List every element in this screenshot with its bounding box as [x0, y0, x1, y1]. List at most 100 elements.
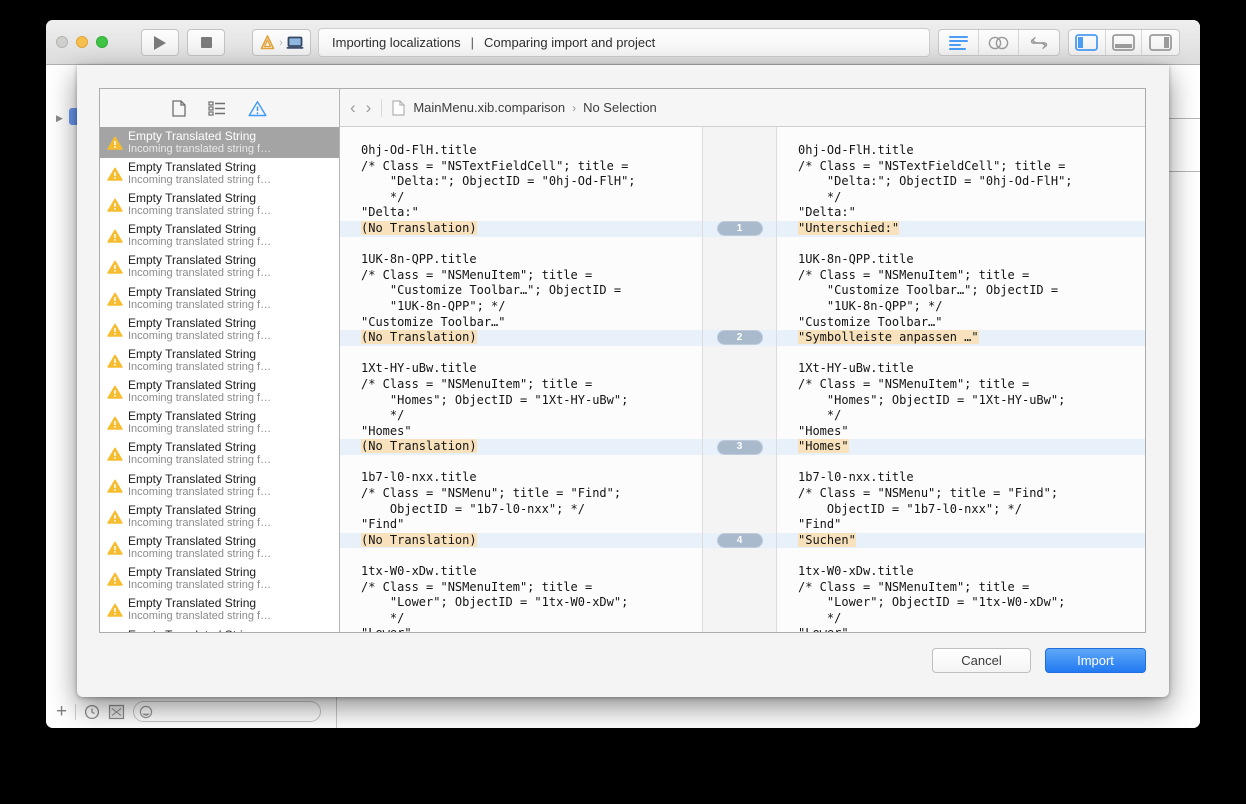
- issue-subtitle: Incoming translated string f…: [128, 236, 271, 249]
- stop-button[interactable]: [187, 29, 225, 56]
- issue-title: Empty Translated String: [128, 286, 271, 299]
- issue-subtitle: Incoming translated string f…: [128, 548, 271, 561]
- comparison-editor: 0hj-Od-FlH.title /* Class = "NSTextFieldC…: [340, 127, 1145, 632]
- gutter-line: [703, 283, 776, 299]
- forward-button[interactable]: ›: [366, 99, 382, 116]
- code-line: /* Class = "NSMenuItem"; title =: [340, 268, 702, 284]
- code-line: 0hj-Od-FlH.title: [777, 143, 1145, 159]
- debug-area-button[interactable]: [1106, 30, 1143, 55]
- back-button[interactable]: ‹: [340, 99, 366, 116]
- filter-field[interactable]: [133, 701, 321, 722]
- disclosure-triangle-icon[interactable]: ▶: [56, 113, 63, 124]
- changed-string: "Suchen": [798, 533, 856, 547]
- diff-badge[interactable]: 1: [717, 221, 763, 236]
- issue-list-item[interactable]: Empty Translated String Incoming transla…: [100, 626, 339, 632]
- import-localizations-sheet: Empty Translated String Incoming transla…: [77, 65, 1169, 697]
- scheme-selector[interactable]: ›: [252, 29, 311, 56]
- code-line: */: [777, 190, 1145, 206]
- standard-editor-button[interactable]: [939, 30, 979, 55]
- issue-list-item[interactable]: Empty Translated String Incoming transla…: [100, 377, 339, 408]
- issue-list-item[interactable]: Empty Translated String Incoming transla…: [100, 595, 339, 626]
- diff-badge[interactable]: 2: [717, 330, 763, 345]
- issue-title: Empty Translated String: [128, 410, 271, 423]
- cancel-button[interactable]: Cancel: [932, 648, 1031, 673]
- utilities-panel-button[interactable]: [1142, 30, 1179, 55]
- code-line: "Homes": [777, 424, 1145, 440]
- warning-icon: [107, 416, 123, 430]
- gutter-line: [703, 299, 776, 315]
- app-scheme-icon: [259, 34, 276, 51]
- code-line: "Delta:"; ObjectID = "0hj-Od-FlH";: [777, 174, 1145, 190]
- zoom-window-button[interactable]: [96, 36, 108, 48]
- issue-list-item[interactable]: Empty Translated String Incoming transla…: [100, 127, 339, 158]
- gutter-line: [703, 252, 776, 268]
- issue-list-item[interactable]: Empty Translated String Incoming transla…: [100, 501, 339, 532]
- issue-title: Empty Translated String: [128, 348, 271, 361]
- issue-list-item[interactable]: Empty Translated String Incoming transla…: [100, 283, 339, 314]
- issue-subtitle: Incoming translated string f…: [128, 486, 271, 499]
- code-line: "Customize Toolbar…"; ObjectID =: [777, 283, 1145, 299]
- issue-title: Empty Translated String: [128, 504, 271, 517]
- workspace-panels-control: [1068, 29, 1180, 56]
- code-line: "Lower"; ObjectID = "1tx-W0-xDw";: [777, 595, 1145, 611]
- issue-title: Empty Translated String: [128, 535, 271, 548]
- recent-files-icon[interactable]: [84, 704, 100, 720]
- close-window-button[interactable]: [56, 36, 68, 48]
- add-button[interactable]: +: [56, 701, 67, 723]
- run-button[interactable]: [141, 29, 179, 56]
- diff-badge[interactable]: 3: [717, 440, 763, 455]
- version-editor-button[interactable]: [1019, 30, 1059, 55]
- import-source-pane: 0hj-Od-FlH.title/* Class = "NSTextFieldC…: [340, 127, 702, 632]
- gutter-line: [703, 268, 776, 284]
- warning-icon: [107, 260, 123, 274]
- warning-icon: [107, 510, 123, 524]
- list-tab-icon[interactable]: [208, 101, 226, 116]
- file-tab-icon[interactable]: [172, 100, 186, 117]
- warnings-tab-icon[interactable]: [248, 100, 267, 117]
- editor-right-edge: [1169, 65, 1200, 728]
- gutter-line: [703, 470, 776, 486]
- gutter-line: 2: [703, 330, 776, 346]
- gutter-line: [703, 408, 776, 424]
- issue-list-item[interactable]: Empty Translated String Incoming transla…: [100, 158, 339, 189]
- issues-sidebar: Empty Translated String Incoming transla…: [100, 89, 340, 632]
- code-line: "Delta:"; ObjectID = "0hj-Od-FlH";: [340, 174, 702, 190]
- code-line: [777, 346, 1145, 362]
- filter-scope-icon: [139, 705, 153, 719]
- code-line: /* Class = "NSTextFieldCell"; title =: [340, 159, 702, 175]
- issue-list-item[interactable]: Empty Translated String Incoming transla…: [100, 408, 339, 439]
- gutter-line: [703, 580, 776, 596]
- code-line: 1UK-8n-QPP.title: [777, 252, 1145, 268]
- breadcrumb-file[interactable]: MainMenu.xib.comparison: [413, 100, 565, 115]
- issue-list-item[interactable]: Empty Translated String Incoming transla…: [100, 439, 339, 470]
- navigator-panel-button[interactable]: [1069, 30, 1106, 55]
- issue-list-item[interactable]: Empty Translated String Incoming transla…: [100, 345, 339, 376]
- assistant-editor-button[interactable]: [979, 30, 1019, 55]
- import-button[interactable]: Import: [1045, 648, 1146, 673]
- gutter-line: [703, 502, 776, 518]
- warning-icon: [107, 292, 123, 306]
- warning-icon: [107, 447, 123, 461]
- code-line: "Find": [340, 517, 702, 533]
- xcode-window: › Importing localizations | Comparing im…: [46, 20, 1200, 728]
- unsaved-files-icon[interactable]: [108, 704, 125, 720]
- issue-list-item[interactable]: Empty Translated String Incoming transla…: [100, 252, 339, 283]
- changed-string: "Homes": [798, 439, 849, 453]
- issue-list-item[interactable]: Empty Translated String Incoming transla…: [100, 564, 339, 595]
- gutter-line: 4: [703, 533, 776, 549]
- issue-list-item[interactable]: Empty Translated String Incoming transla…: [100, 532, 339, 563]
- breadcrumb-selection[interactable]: No Selection: [583, 100, 657, 115]
- issue-list-item[interactable]: Empty Translated String Incoming transla…: [100, 470, 339, 501]
- issue-list-item[interactable]: Empty Translated String Incoming transla…: [100, 189, 339, 220]
- code-line: "Customize Toolbar…"; ObjectID =: [340, 283, 702, 299]
- utilities-panel-icon: [1149, 34, 1172, 51]
- issue-subtitle: Incoming translated string f…: [128, 143, 271, 156]
- diff-badge[interactable]: 4: [717, 533, 763, 548]
- code-line: [340, 548, 702, 564]
- minimize-window-button[interactable]: [76, 36, 88, 48]
- gutter-line: [703, 455, 776, 471]
- issue-list-item[interactable]: Empty Translated String Incoming transla…: [100, 314, 339, 345]
- issue-list-item[interactable]: Empty Translated String Incoming transla…: [100, 221, 339, 252]
- code-line: "Delta:": [777, 205, 1145, 221]
- diff-line: (No Translation): [340, 330, 702, 346]
